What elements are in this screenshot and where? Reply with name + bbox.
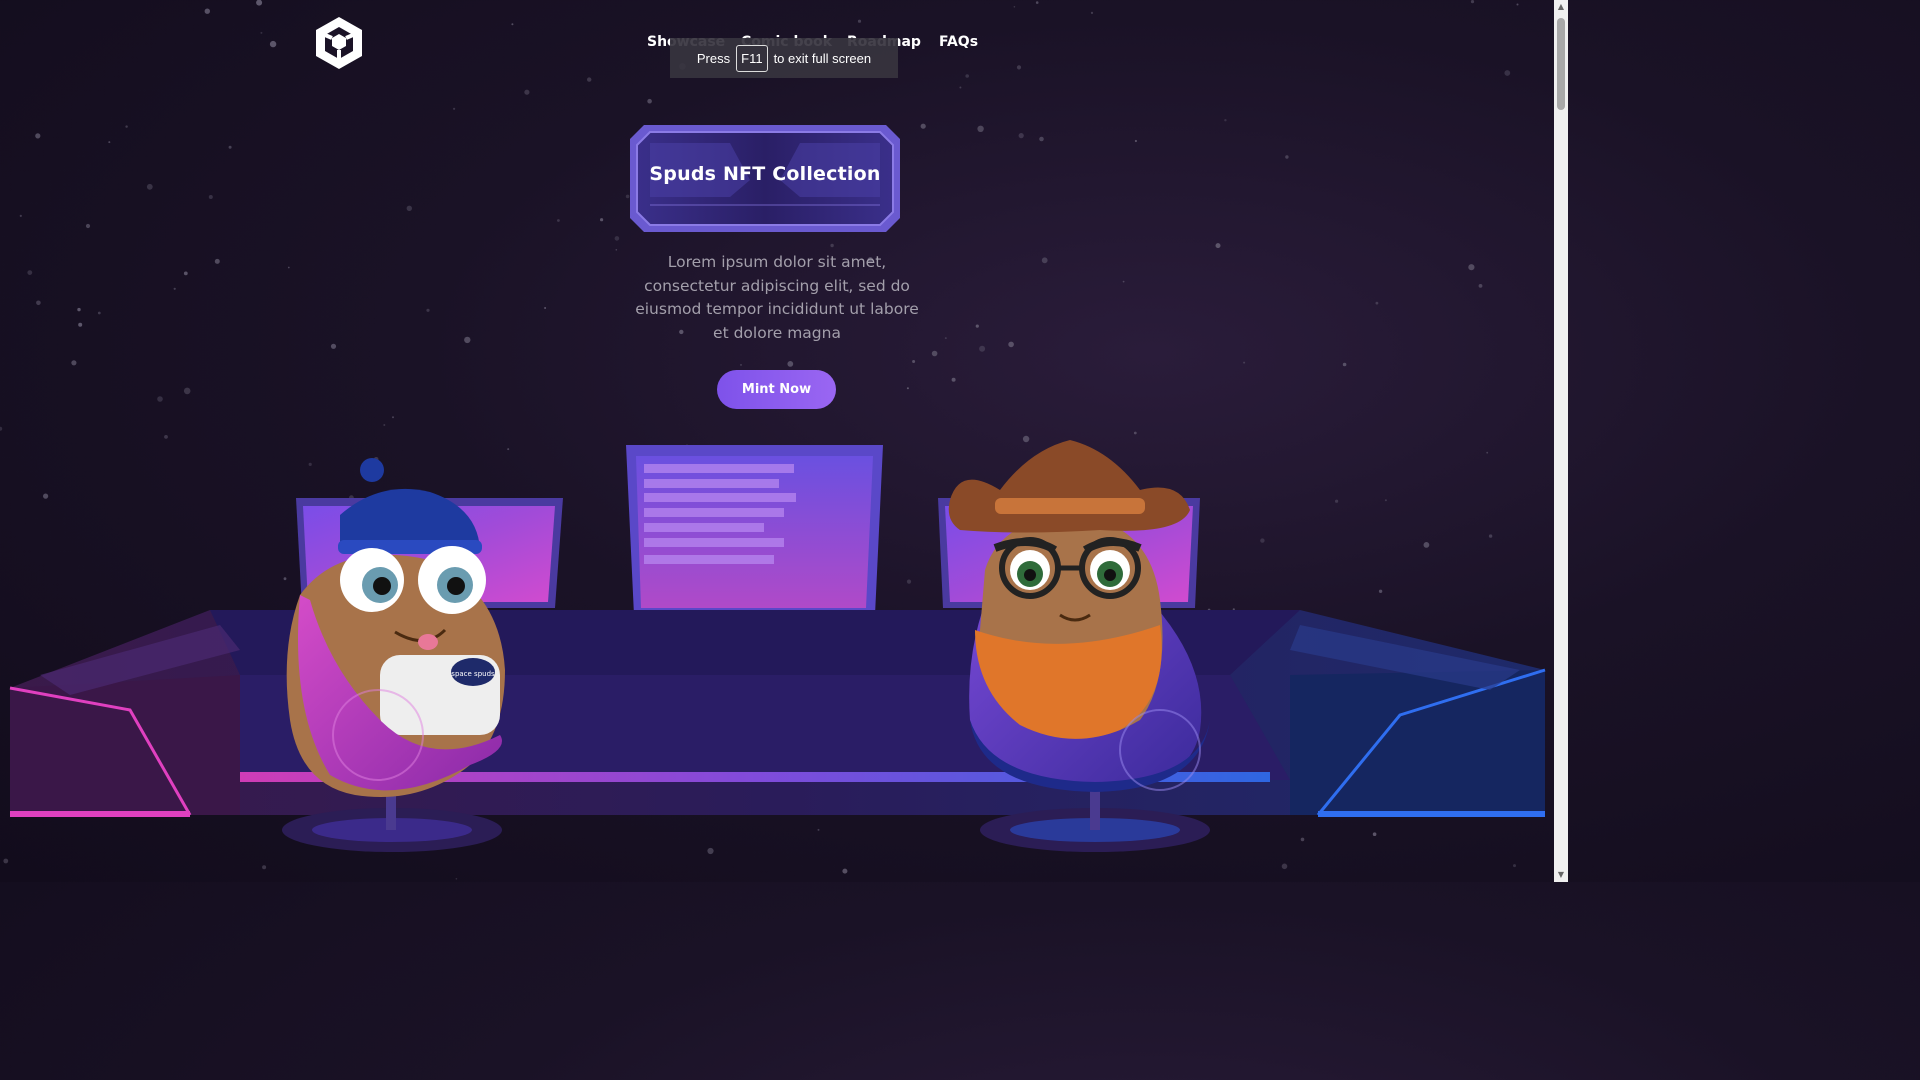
control-desk [9, 610, 1546, 817]
star [1134, 139, 1137, 143]
nav-faqs[interactable]: FAQs [939, 34, 978, 50]
star [615, 249, 618, 251]
star [920, 123, 926, 129]
star [614, 236, 620, 241]
mint-now-button[interactable]: Mint Now [717, 370, 836, 409]
star [587, 77, 592, 82]
star [173, 287, 176, 290]
star [1041, 257, 1048, 264]
star [951, 377, 956, 382]
f11-key-label: F11 [736, 44, 768, 72]
control-desk-scene: space spuds [9, 440, 1546, 852]
star [524, 89, 530, 95]
star [557, 219, 560, 222]
star [1039, 136, 1044, 142]
star [1008, 341, 1014, 348]
star [977, 125, 984, 132]
star [1215, 243, 1221, 249]
star [228, 145, 232, 149]
star [35, 133, 41, 139]
star [1504, 70, 1511, 76]
star [787, 361, 794, 367]
star [931, 350, 938, 357]
fullscreen-exit-notice: Press F11 to exit full screen [670, 38, 898, 78]
star [392, 416, 394, 419]
star [19, 214, 22, 217]
space-spuds-patch: space spuds [451, 670, 495, 678]
star [544, 307, 547, 309]
star [464, 336, 471, 344]
star [157, 396, 163, 402]
star [256, 0, 263, 6]
star [71, 360, 77, 366]
scroll-up-arrow-icon[interactable]: ▲ [1554, 0, 1568, 14]
star [108, 141, 111, 144]
star [1470, 0, 1475, 4]
star [1478, 284, 1483, 288]
star [146, 183, 153, 190]
star [85, 223, 91, 229]
star [647, 98, 652, 104]
star [912, 360, 916, 363]
hero-description: Lorem ipsum dolor sit amet, consectetur … [635, 253, 919, 342]
star [183, 387, 191, 395]
star [740, 364, 742, 366]
fullscreen-notice-prefix: Press [696, 50, 731, 66]
star [830, 243, 834, 248]
star [214, 258, 220, 264]
star [1013, 6, 1016, 8]
star [1018, 133, 1024, 139]
star [125, 125, 128, 128]
star [975, 324, 979, 328]
star [1375, 301, 1379, 305]
star [1342, 362, 1347, 367]
star [97, 311, 101, 315]
star [511, 23, 514, 26]
star [208, 195, 213, 199]
star [78, 322, 83, 327]
star [857, 19, 862, 23]
star [453, 107, 456, 110]
hero-title: Spuds NFT Collection [649, 163, 881, 185]
star [1468, 264, 1475, 271]
star [906, 387, 909, 390]
star [1122, 280, 1125, 283]
star [330, 343, 337, 349]
star [426, 308, 430, 312]
star [959, 86, 962, 89]
star [625, 194, 630, 199]
star [965, 74, 969, 78]
star [1035, 1, 1039, 4]
star [1090, 11, 1094, 14]
star [1224, 119, 1227, 122]
star [600, 218, 604, 222]
scroll-down-arrow-icon[interactable]: ▼ [1554, 868, 1568, 882]
star [944, 337, 947, 340]
star [1016, 65, 1022, 70]
scrollbar-thumb[interactable] [1557, 18, 1565, 110]
star [77, 307, 81, 312]
star [27, 270, 33, 275]
star [183, 271, 188, 276]
page-scrollbar[interactable]: ▲ ▼ [1554, 0, 1568, 882]
star [1285, 155, 1289, 159]
star [1516, 3, 1519, 6]
fullscreen-notice-suffix: to exit full screen [773, 50, 872, 66]
star [406, 205, 412, 211]
star [36, 300, 41, 306]
star [204, 8, 210, 14]
star [287, 266, 290, 269]
star [979, 345, 986, 352]
star [1243, 361, 1246, 364]
